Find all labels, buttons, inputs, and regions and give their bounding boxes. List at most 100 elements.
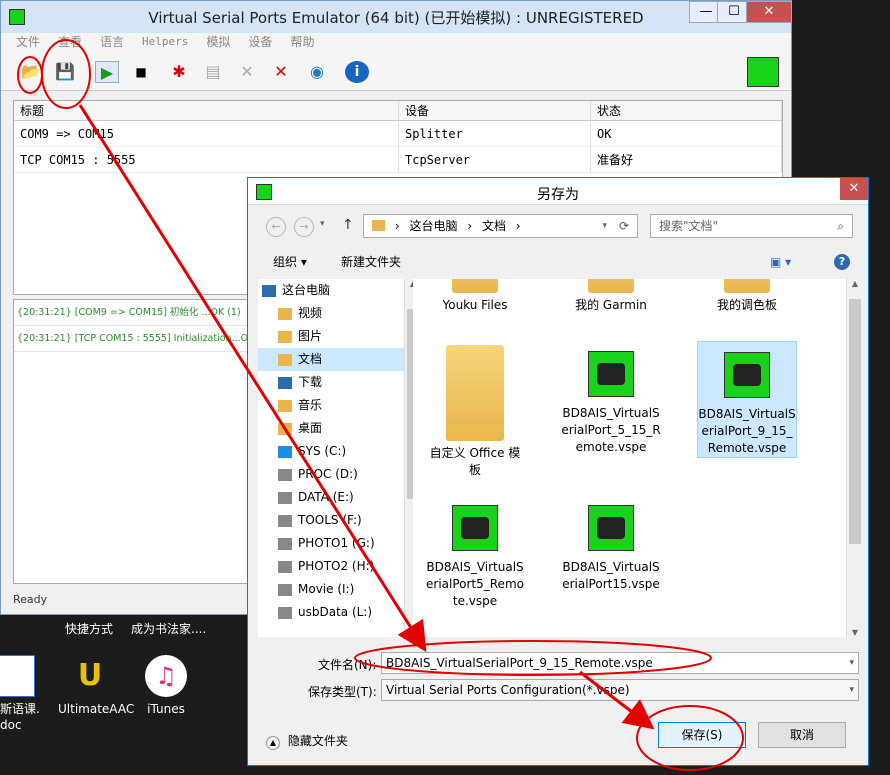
breadcrumb-this-pc[interactable]: 这台电脑 [409, 219, 457, 233]
folder-icon [372, 220, 385, 231]
tree-item[interactable]: 视频 [258, 302, 406, 325]
cell-device: TcpServer [399, 147, 591, 172]
windows-drive-icon [278, 445, 292, 458]
breadcrumb-documents[interactable]: 文档 [482, 219, 506, 233]
menu-device[interactable]: 设备 [239, 33, 281, 53]
view-options-icon[interactable]: ▣ ▾ [770, 248, 791, 276]
col-device[interactable]: 设备 [399, 101, 591, 120]
scroll-up-icon[interactable]: ▲ [847, 279, 863, 288]
scroll-down-icon[interactable]: ▼ [847, 628, 863, 637]
files-scrollbar[interactable]: ▲ ▼ [846, 279, 863, 637]
organize-button[interactable]: 组织 ▾ [273, 248, 307, 276]
menu-emulation[interactable]: 模拟 [197, 33, 239, 53]
info-icon[interactable]: i [345, 61, 369, 83]
desktop-icon-ultimateaac[interactable]: U UltimateAAC [58, 655, 134, 717]
close-button[interactable]: ✕ [746, 1, 792, 23]
dialog-close-button[interactable]: ✕ [840, 178, 868, 200]
refresh-icon[interactable]: ⟳ [619, 215, 629, 237]
navigation-tree: 这台电脑视频图片文档 下载 音乐 桌面 SYS (C:) PROC (D:) DATA (E… [258, 279, 406, 637]
tree-item[interactable]: 图片 [258, 325, 406, 348]
tree-item-label: TOOLS (F:) [298, 513, 362, 527]
file-item[interactable]: 我的调色板 [697, 279, 797, 314]
tree-item[interactable]: SYS (C:) [258, 440, 406, 463]
file-item[interactable]: Youku Files [425, 279, 525, 314]
hide-folders-toggle[interactable]: ▲ 隐藏文件夹 [266, 732, 348, 750]
menubar: 文件 查看 语言 Helpers 模拟 设备 帮助 [1, 33, 791, 53]
file-item-label: BD8AIS_VirtualSerialPort_9_15_Remote.vsp… [698, 407, 796, 455]
play-icon[interactable]: ▶ [95, 61, 119, 83]
tree-item[interactable]: PROC (D:) [258, 463, 406, 486]
drive-icon [278, 537, 292, 550]
filename-label: 文件名(N): [318, 658, 377, 672]
up-icon[interactable]: ↑ [342, 217, 354, 233]
search-input[interactable]: 搜索"文档" ⌕ [650, 214, 853, 238]
tree-item[interactable]: DATA (E:) [258, 486, 406, 509]
new-device-icon[interactable]: ✱ [167, 61, 191, 83]
tree-item-label: 图片 [298, 329, 323, 343]
stop-icon[interactable]: ■ [129, 61, 153, 83]
search-placeholder: 搜索"文档" [659, 219, 719, 233]
tree-item[interactable]: 文档 [258, 348, 406, 371]
filename-dropdown-icon[interactable]: ▾ [849, 653, 854, 673]
filename-field[interactable]: BD8AIS_VirtualSerialPort_9_15_Remote.vsp… [381, 652, 859, 674]
save-icon[interactable]: 💾 [53, 61, 77, 83]
tree-item[interactable]: 下载 [258, 371, 406, 394]
open-icon[interactable]: 📂 [19, 61, 43, 83]
menu-helpers[interactable]: Helpers [133, 33, 197, 53]
tree-item[interactable]: TOOLS (F:) [258, 509, 406, 532]
file-item[interactable]: BD8AIS_VirtualSerialPort15.vspe [561, 495, 661, 593]
file-item[interactable]: 自定义 Office 模板 [425, 341, 525, 479]
scroll-thumb[interactable] [849, 299, 861, 544]
menu-help[interactable]: 帮助 [281, 33, 323, 53]
forward-icon[interactable]: → [294, 217, 314, 237]
menu-view[interactable]: 查看 [49, 33, 91, 53]
music-icon [278, 399, 292, 412]
menu-language[interactable]: 语言 [91, 33, 133, 53]
tree-item[interactable]: PHOTO1 (G:) [258, 532, 406, 555]
menu-file[interactable]: 文件 [7, 33, 49, 53]
recent-dropdown-icon[interactable]: ▾ [320, 219, 325, 229]
log-panel[interactable]: {20:31:21} [COM9 => COM15] 初始化 ...OK (1)… [13, 299, 248, 584]
table-row[interactable]: TCP COM15 : 5555 TcpServer 准备好 [14, 147, 782, 173]
file-item-label: BD8AIS_VirtualSerialPort5_Remote.vspe [426, 560, 524, 608]
filetype-select[interactable]: Virtual Serial Ports Configuration(*.vsp… [381, 679, 859, 701]
table-row[interactable]: COM9 => COM15 Splitter OK [14, 121, 782, 147]
main-title: Virtual Serial Ports Emulator (64 bit) (… [148, 9, 644, 27]
cell-status: 准备好 [591, 147, 782, 172]
col-title[interactable]: 标题 [14, 101, 399, 120]
desktop-icon-itunes[interactable]: ♫ iTunes [134, 655, 198, 717]
filetype-dropdown-icon[interactable]: ▾ [849, 680, 854, 700]
address-dropdown-icon[interactable]: ▾ [602, 215, 607, 237]
col-status[interactable]: 状态 [591, 101, 782, 120]
vspe-logo-icon [747, 57, 779, 87]
save-button[interactable]: 保存(S) [658, 722, 746, 748]
tree-item[interactable]: PHOTO2 (H:) [258, 555, 406, 578]
tree-item[interactable]: Movie (I:) [258, 578, 406, 601]
tree-item[interactable]: 这台电脑 [258, 279, 406, 302]
network-icon[interactable]: ◉ [305, 61, 329, 83]
back-icon[interactable]: ← [266, 217, 286, 237]
address-bar[interactable]: › 这台电脑 › 文档 › ▾ ⟳ [363, 214, 638, 238]
dialog-title: 另存为 [537, 187, 579, 203]
tree-item[interactable]: 音乐 [258, 394, 406, 417]
dialog-titlebar[interactable]: 另存为 ✕ [248, 178, 868, 205]
help-icon[interactable]: ? [834, 254, 850, 270]
log-line: {20:31:21} [COM9 => COM15] 初始化 ...OK (1) [14, 300, 247, 326]
cancel-button[interactable]: 取消 [758, 722, 846, 748]
file-item[interactable]: BD8AIS_VirtualSerialPort_9_15_Remote.vsp… [697, 341, 797, 458]
file-item[interactable]: BD8AIS_VirtualSerialPort_5_15_Remote.vsp… [561, 341, 661, 456]
vspe-file-icon [588, 351, 634, 397]
main-titlebar[interactable]: Virtual Serial Ports Emulator (64 bit) (… [1, 1, 792, 33]
tree-item[interactable]: usbData (L:) [258, 601, 406, 624]
file-item[interactable]: 我的 Garmin [561, 279, 661, 314]
drive-icon [278, 606, 292, 619]
tree-item-label: DATA (E:) [298, 490, 354, 504]
vspe-file-icon [724, 352, 770, 398]
file-item[interactable]: BD8AIS_VirtualSerialPort5_Remote.vspe [425, 495, 525, 610]
filename-value: BD8AIS_VirtualSerialPort_9_15_Remote.vsp… [386, 656, 653, 670]
desktop-icon-doc[interactable]: 斯语课. doc [0, 655, 46, 733]
new-folder-button[interactable]: 新建文件夹 [341, 248, 401, 276]
tree-item[interactable]: 桌面 [258, 417, 406, 440]
delete-device-icon[interactable]: ✕ [269, 61, 293, 83]
tree-item-label: 视频 [298, 306, 323, 320]
